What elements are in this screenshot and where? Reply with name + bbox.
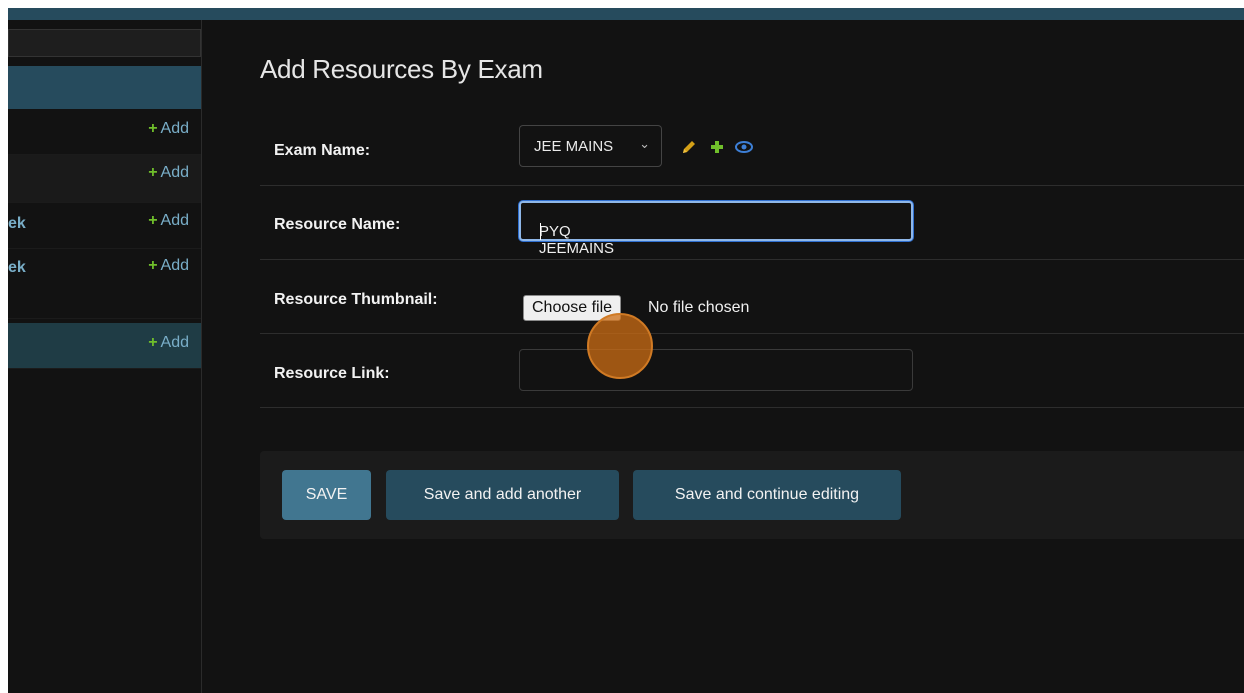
exam-name-select[interactable]: JEE MAINS ⌄ (519, 125, 662, 167)
resource-link-label: Resource Link: (274, 365, 390, 382)
chevron-down-icon: ⌄ (639, 136, 650, 151)
sidebar-app-header (8, 66, 201, 109)
exam-name-selected: JEE MAINS (534, 138, 614, 155)
plus-icon: + (148, 257, 158, 274)
sidebar-model-row[interactable]: ek + Add (8, 249, 201, 319)
click-indicator (587, 313, 653, 379)
page-title: Add Resources By Exam (260, 54, 543, 84)
plus-icon: + (148, 334, 158, 351)
save-and-add-another-button[interactable]: Save and add another (386, 470, 619, 520)
main-content: Add Resources By Exam Exam Name: Resourc… (202, 20, 1244, 693)
sidebar-add-link[interactable]: + Add (148, 334, 189, 352)
plus-icon: + (148, 212, 158, 229)
sidebar-model-row[interactable]: + Add (8, 155, 201, 203)
resource-thumbnail-label: Resource Thumbnail: (274, 291, 438, 308)
sidebar: + Add + Add ek + Add ek + Add + Add (8, 20, 202, 693)
resource-link-input[interactable] (519, 349, 913, 391)
sidebar-add-link[interactable]: + Add (148, 257, 189, 275)
sidebar-add-link[interactable]: + Add (148, 120, 189, 138)
sidebar-model-row[interactable]: ek + Add (8, 203, 201, 249)
form-row-resource-thumbnail: Resource Thumbnail: (260, 260, 1244, 334)
sidebar-model-name[interactable]: ek (8, 259, 26, 277)
app-window: + Add + Add ek + Add ek + Add + Add Add Resou… (8, 8, 1244, 693)
save-and-continue-editing-button[interactable]: Save and continue editing (633, 470, 901, 520)
resource-name-input[interactable]: PYQ JEEMAINS (519, 201, 913, 257)
plus-icon: + (148, 120, 158, 137)
sidebar-filter-input[interactable] (8, 29, 201, 57)
submit-row: SAVE Save and add another Save and conti… (260, 451, 1244, 539)
sidebar-model-name[interactable]: ek (8, 215, 26, 233)
file-status-text: No file chosen (648, 299, 750, 316)
sidebar-add-link[interactable]: + Add (148, 164, 189, 182)
resource-name-label: Resource Name: (274, 216, 401, 233)
sidebar-model-row[interactable]: + Add (8, 109, 201, 155)
sidebar-model-row-current[interactable]: + Add (8, 323, 201, 369)
plus-icon: + (148, 164, 158, 181)
pencil-icon[interactable] (680, 138, 698, 156)
exam-name-label: Exam Name: (274, 142, 371, 159)
eye-icon[interactable] (734, 138, 754, 156)
sidebar-add-link[interactable]: + Add (148, 212, 189, 230)
plus-icon[interactable] (709, 138, 725, 156)
save-button[interactable]: SAVE (282, 470, 371, 520)
top-header-bar (8, 8, 1244, 20)
